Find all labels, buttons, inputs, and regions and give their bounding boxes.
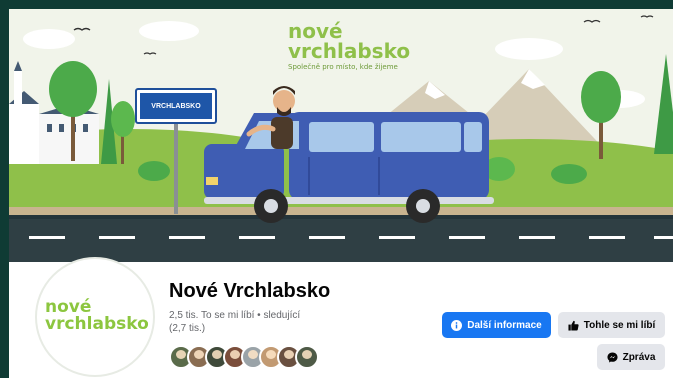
message-button[interactable]: Zpráva [597, 344, 665, 370]
avatar[interactable] [295, 345, 319, 369]
profile-logo-line2: vrchlabsko [45, 314, 149, 334]
profile-logo: nové vrchlabsko [45, 299, 149, 333]
page-title: Nové Vrchlabsko [169, 280, 331, 302]
cover-brand-logo: nové vrchlabsko Společně pro místo, kde … [288, 21, 410, 72]
more-info-button[interactable]: Další informace [442, 312, 551, 338]
likes-followers-count: 2,5 tis. To se mi líbí • sledující [169, 310, 301, 321]
cover-brand-line1: nové [288, 19, 343, 43]
profile-picture[interactable]: nové vrchlabsko [35, 257, 155, 377]
page-stats[interactable]: 2,5 tis. To se mi líbí • sledující (2,7 … [169, 309, 359, 335]
cover-brand-line2: vrchlabsko [288, 39, 411, 63]
friends-avatars[interactable] [169, 345, 319, 369]
thumbs-up-icon [568, 320, 579, 331]
cover-tagline: Společně pro místo, kde žijeme [288, 63, 398, 71]
cover-photo[interactable]: nové vrchlabsko Společně pro místo, kde … [9, 9, 673, 262]
messenger-icon [607, 351, 618, 363]
like-page-button[interactable]: Tohle se mi líbí [558, 312, 665, 338]
info-icon [451, 319, 463, 331]
message-label: Zpráva [622, 351, 656, 363]
facebook-page-frame: nové vrchlabsko Společně pro místo, kde … [9, 9, 673, 378]
like-label: Tohle se mi líbí [583, 319, 656, 331]
more-info-label: Další informace [467, 319, 542, 331]
followers-count: (2,7 tis.) [169, 323, 206, 334]
road-sign-text: VRCHLABSKO [151, 102, 201, 110]
